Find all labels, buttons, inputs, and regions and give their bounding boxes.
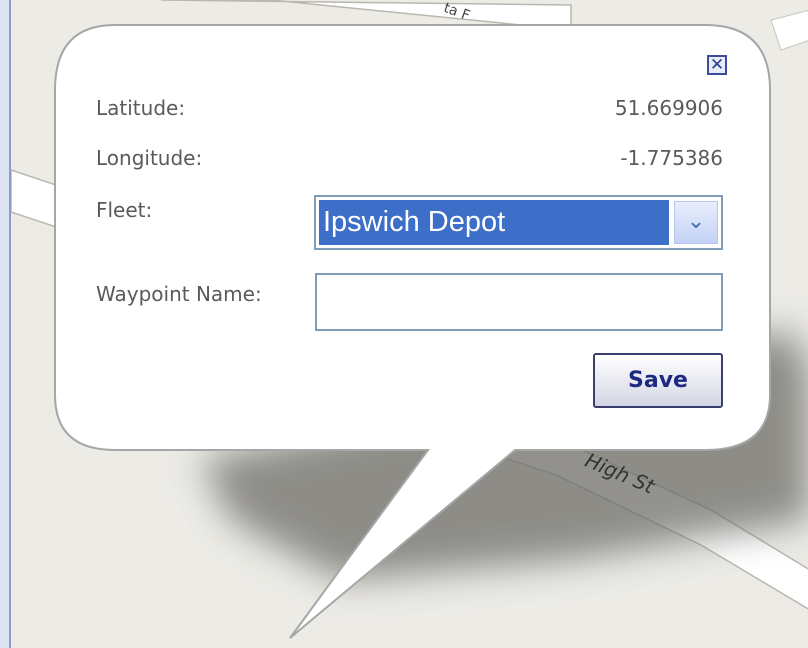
fleet-label: Fleet: bbox=[96, 198, 153, 222]
save-button[interactable]: Save bbox=[593, 353, 723, 408]
waypoint-name-input[interactable] bbox=[315, 273, 723, 331]
fleet-select[interactable]: Ipswich Depot ⌄ bbox=[314, 195, 723, 250]
latitude-value: 51.669906 bbox=[614, 96, 723, 120]
chevron-down-icon[interactable]: ⌄ bbox=[674, 201, 718, 244]
longitude-label: Longitude: bbox=[96, 146, 203, 170]
longitude-value: -1.775386 bbox=[620, 146, 723, 170]
fleet-selected-value: Ipswich Depot bbox=[319, 200, 669, 245]
latitude-label: Latitude: bbox=[96, 96, 186, 120]
waypoint-name-label: Waypoint Name: bbox=[96, 282, 262, 306]
close-icon[interactable]: ✕ bbox=[707, 55, 727, 75]
